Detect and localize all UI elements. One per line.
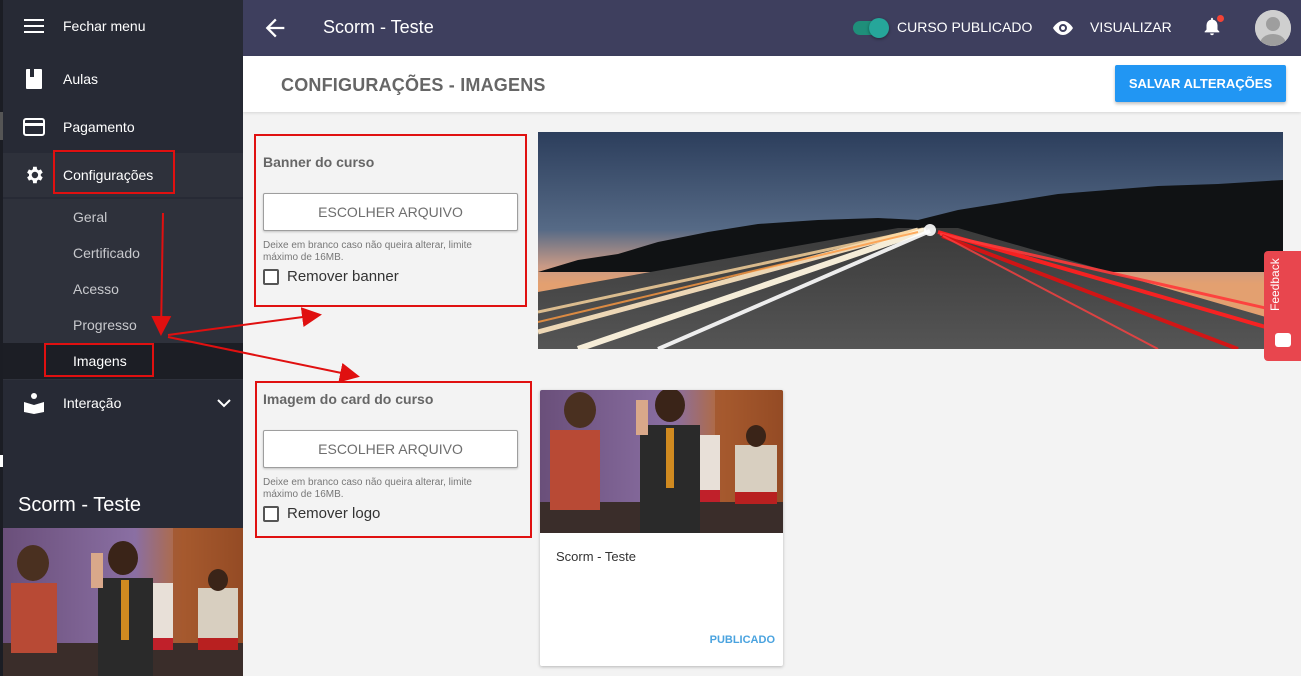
save-button[interactable]: SALVAR ALTERAÇÕES (1115, 65, 1286, 102)
banner-image (538, 132, 1283, 349)
page-title: CONFIGURAÇÕES - IMAGENS (281, 75, 546, 95)
close-menu-label: Fechar menu (63, 18, 146, 34)
annotation-box-configuracoes (53, 150, 175, 194)
reader-icon (22, 391, 46, 415)
sidebar: Fechar menu Aulas Pagamento Configuraçõe… (0, 0, 243, 676)
submenu-item-certificado[interactable]: Certificado (3, 235, 243, 271)
submenu-item-geral[interactable]: Geral (3, 199, 243, 235)
submenu-item-acesso[interactable]: Acesso (3, 271, 243, 307)
sidebar-indicator (0, 455, 3, 467)
course-title: Scorm - Teste (323, 17, 434, 37)
bell-icon[interactable] (1201, 14, 1225, 40)
menu-icon (22, 14, 46, 38)
sidebar-item-interacao[interactable]: Interação (3, 381, 243, 425)
gear-icon (22, 163, 46, 187)
feedback-label: Feedback (1268, 258, 1282, 311)
credit-card-icon (22, 115, 46, 139)
submenu-label: Progresso (73, 317, 137, 333)
course-card-preview[interactable]: Scorm - Teste PUBLICADO (540, 390, 783, 666)
published-toggle[interactable] (853, 18, 889, 38)
annotation-box-banner (254, 134, 527, 307)
sidebar-item-label: Interação (63, 395, 122, 411)
sidebar-item-aulas[interactable]: Aulas (3, 57, 243, 101)
submenu-label: Geral (73, 209, 108, 225)
feedback-tab[interactable]: Feedback (1264, 251, 1301, 361)
eye-icon[interactable] (1051, 16, 1075, 40)
submenu-label: Acesso (73, 281, 119, 297)
annotation-box-card (255, 381, 532, 538)
published-label: CURSO PUBLICADO (897, 19, 1033, 35)
sidebar-item-label: Aulas (63, 71, 99, 87)
chevron-down-icon (217, 395, 231, 411)
top-bar: Scorm - Teste CURSO PUBLICADO VISUALIZAR (243, 0, 1301, 56)
sidebar-item-pagamento[interactable]: Pagamento (3, 105, 243, 149)
avatar[interactable] (1255, 10, 1291, 46)
view-button[interactable]: VISUALIZAR (1090, 19, 1172, 35)
submenu-label: Certificado (73, 245, 140, 261)
card-status-badge: PUBLICADO (709, 634, 775, 646)
notification-dot (1217, 15, 1224, 22)
annotation-box-imagens (44, 343, 154, 377)
page-header: CONFIGURAÇÕES - IMAGENS SALVAR ALTERAÇÕE… (243, 56, 1301, 112)
card-title: Scorm - Teste (556, 549, 636, 564)
toggle-knob (869, 18, 889, 38)
feedback-icon (1275, 333, 1291, 347)
submenu-item-progresso[interactable]: Progresso (3, 307, 243, 343)
sidebar-course-title: Scorm - Teste (18, 494, 141, 516)
sidebar-course-thumbnail (3, 528, 243, 676)
book-icon (22, 67, 46, 91)
back-arrow-icon[interactable] (261, 14, 289, 42)
card-image (540, 390, 783, 533)
close-menu-button[interactable]: Fechar menu (3, 4, 243, 48)
sidebar-item-label: Pagamento (63, 119, 135, 135)
